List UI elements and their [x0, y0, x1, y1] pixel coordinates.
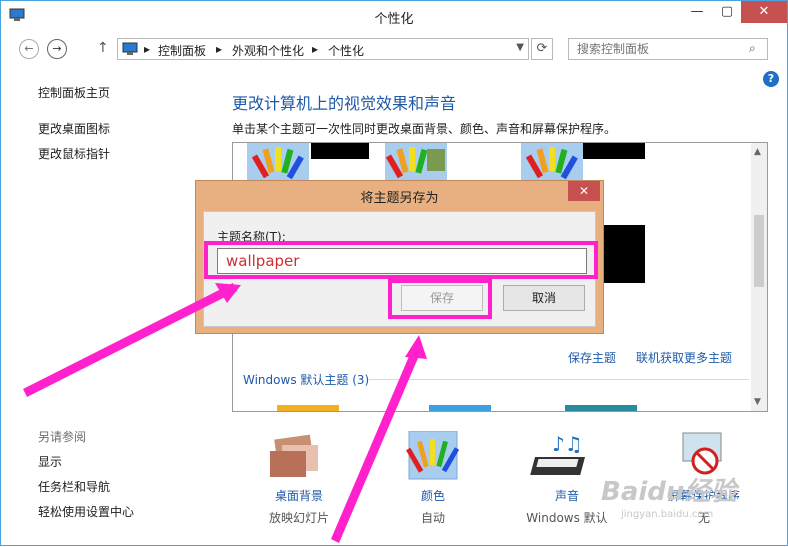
see-also-ease-of-access[interactable]: 轻松使用设置中心: [38, 503, 134, 520]
window-title: 个性化: [374, 12, 414, 27]
see-also-taskbar[interactable]: 任务栏和导航: [38, 478, 110, 495]
theme-thumbnail[interactable]: [521, 143, 583, 183]
save-theme-link[interactable]: 保存主题: [568, 349, 616, 366]
breadcrumb-control-panel[interactable]: 控制面板: [158, 42, 206, 59]
slideshow-icon: [270, 434, 318, 477]
input-highlight: [204, 241, 598, 279]
dialog-title: 将主题另存为: [360, 191, 439, 206]
default-themes-group: Windows 默认主题 (3): [243, 373, 370, 387]
desktop-background-value: 放映幻灯片: [268, 511, 329, 525]
color-fan-icon: [251, 147, 304, 180]
desktop-background-item[interactable]: [244, 431, 354, 484]
search-input[interactable]: [568, 38, 768, 60]
control-panel-icon: [122, 42, 138, 55]
theme-preview: [583, 143, 645, 159]
see-also-title: 另请参阅: [38, 430, 87, 444]
svg-text:♪♫: ♪♫: [552, 432, 583, 456]
theme-thumbnail[interactable]: [565, 405, 637, 411]
get-more-themes-link[interactable]: 联机获取更多主题: [636, 349, 732, 366]
scroll-thumb[interactable]: [754, 215, 764, 287]
sidebar-item-home[interactable]: 控制面板主页: [38, 84, 110, 101]
color-fan-icon: [385, 147, 445, 179]
color-fan-icon: [525, 147, 578, 180]
sidebar-item-desktop-icons[interactable]: 更改桌面图标: [38, 120, 110, 137]
color-value: 自动: [420, 511, 445, 525]
divider: [369, 379, 749, 380]
sidebar-item-mouse-pointers[interactable]: 更改鼠标指针: [38, 145, 110, 162]
theme-thumbnail[interactable]: [277, 405, 339, 411]
theme-thumbnail[interactable]: [247, 143, 309, 183]
chevron-down-icon[interactable]: ▼: [516, 42, 524, 53]
page-description: 单击某个主题可一次性同时更改桌面背景、颜色、声音和屏幕保护程序。: [232, 122, 617, 136]
breadcrumb-separator: ▸: [312, 42, 319, 56]
theme-preview: [603, 225, 645, 283]
maximize-button[interactable]: ▢: [712, 1, 742, 23]
page-title: 更改计算机上的视觉效果和声音: [232, 94, 457, 113]
title-bar: 个性化 — ▢ ✕: [1, 1, 787, 31]
cancel-button[interactable]: 取消: [503, 285, 585, 311]
desktop-background-link[interactable]: 桌面背景: [244, 487, 354, 504]
search-icon[interactable]: ⌕: [749, 41, 756, 56]
save-button-highlight: [388, 279, 492, 319]
up-arrow-icon[interactable]: ↑: [97, 40, 109, 56]
breadcrumb-separator: ▸: [144, 42, 151, 56]
color-link[interactable]: 颜色: [378, 487, 488, 504]
dialog-close-button[interactable]: ✕: [568, 181, 600, 201]
watermark: Baidu经验 jingyan.baidu.com: [601, 477, 737, 520]
forward-button[interactable]: →: [47, 39, 67, 59]
breadcrumb-appearance[interactable]: 外观和个性化: [232, 42, 304, 59]
theme-thumbnail[interactable]: [385, 143, 447, 183]
theme-thumbnail[interactable]: [429, 405, 491, 411]
address-bar[interactable]: ▸ 控制面板 ▸ 外观和个性化 ▸ 个性化 ▼: [117, 38, 529, 60]
color-palette-icon: [406, 430, 460, 480]
see-also-display[interactable]: 显示: [38, 453, 62, 470]
refresh-button[interactable]: ⟳: [531, 38, 553, 60]
close-button[interactable]: ✕: [741, 1, 787, 23]
breadcrumb-personalization[interactable]: 个性化: [328, 42, 364, 59]
color-item[interactable]: [378, 430, 488, 484]
personalization-window: 个性化 — ▢ ✕ ← → ↑ ▸ 控制面板 ▸ 外观和个性化 ▸ 个性化 ▼ …: [0, 0, 788, 546]
scrollbar[interactable]: ▲ ▼: [751, 143, 767, 411]
navigation-bar: ← → ↑ ▸ 控制面板 ▸ 外观和个性化 ▸ 个性化 ▼ ⟳ ⌕: [1, 37, 787, 63]
breadcrumb-separator: ▸: [216, 42, 223, 56]
scroll-down-icon[interactable]: ▼: [754, 397, 761, 407]
scroll-up-icon[interactable]: ▲: [754, 147, 761, 157]
back-button[interactable]: ←: [19, 39, 39, 59]
minimize-button[interactable]: —: [682, 1, 712, 23]
theme-preview: [311, 143, 369, 159]
help-icon[interactable]: ?: [763, 71, 779, 87]
